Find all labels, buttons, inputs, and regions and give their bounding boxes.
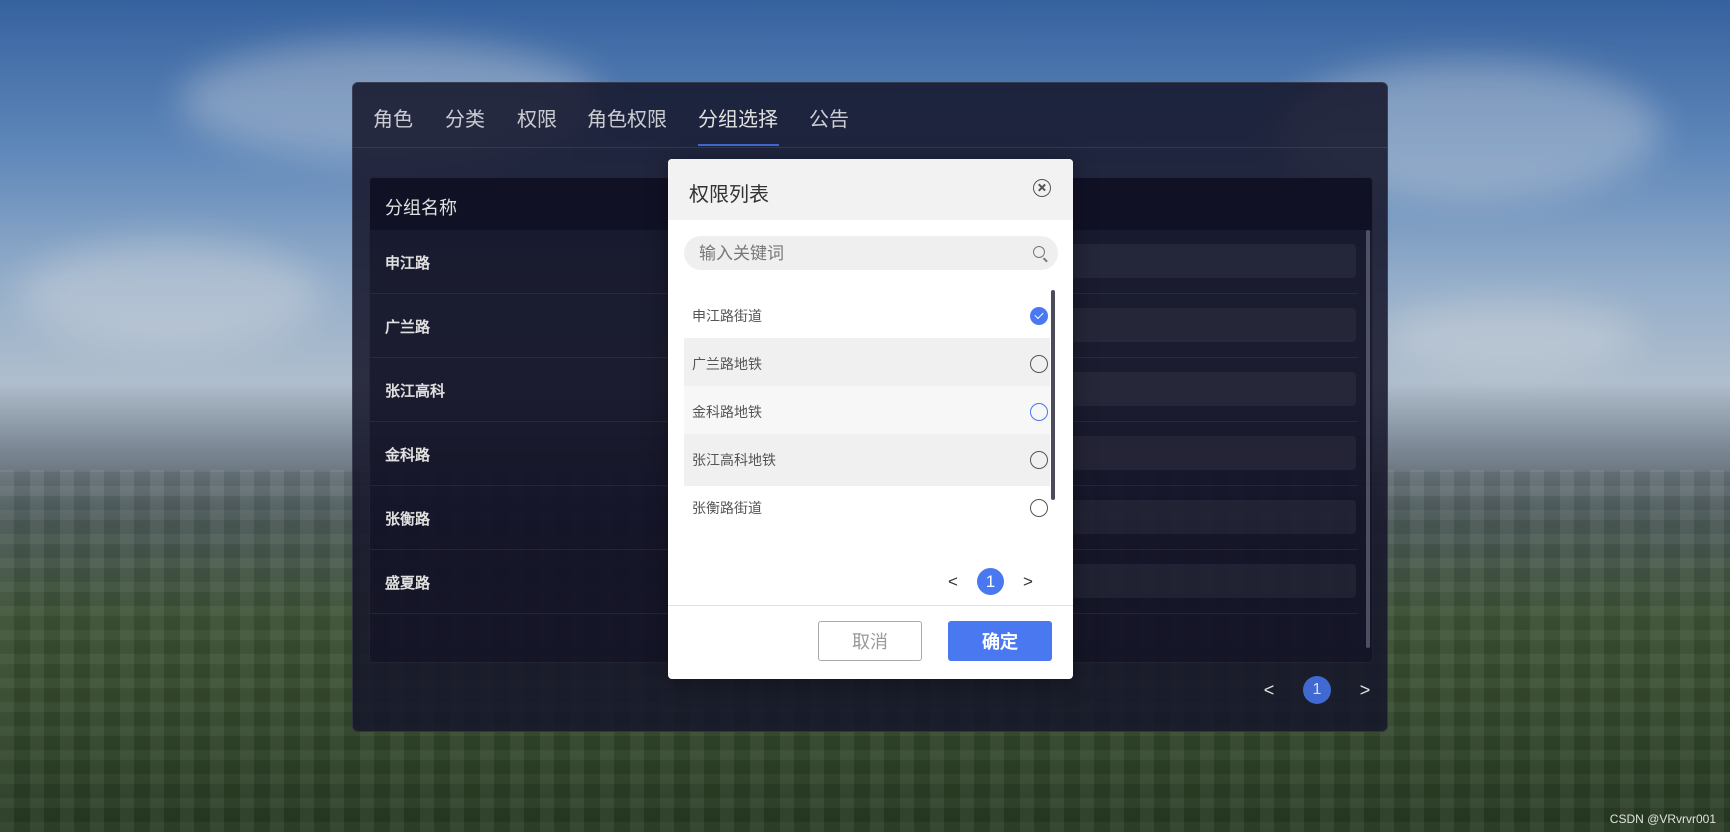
permission-list-dialog: 权限列表 申江路街道 广兰路地铁 金科路地铁 张江高科地铁 张衡路街道 < xyxy=(668,159,1073,679)
radio-icon[interactable] xyxy=(1030,451,1048,469)
radio-icon[interactable] xyxy=(1030,403,1048,421)
list-item[interactable]: 张江高科地铁 xyxy=(684,434,1050,486)
dialog-footer: 取消 确定 xyxy=(668,605,1073,679)
radio-icon[interactable] xyxy=(1030,499,1048,517)
search-input[interactable] xyxy=(697,236,1021,272)
page-number-button[interactable]: 1 xyxy=(977,568,1004,595)
list-item[interactable]: 张衡路街道 xyxy=(684,482,1050,534)
radio-icon[interactable] xyxy=(1030,355,1048,373)
dialog-pagination: < 1 > xyxy=(943,568,1038,595)
list-scrollbar[interactable] xyxy=(1051,290,1055,500)
prev-page-button[interactable]: < xyxy=(943,572,963,592)
option-list: 申江路街道 广兰路地铁 金科路地铁 张江高科地铁 张衡路街道 xyxy=(684,290,1050,550)
confirm-button[interactable]: 确定 xyxy=(948,621,1052,661)
option-label: 张衡路街道 xyxy=(692,500,762,516)
dialog-header: 权限列表 xyxy=(668,159,1073,220)
list-item[interactable]: 申江路街道 xyxy=(684,290,1050,342)
dialog-title: 权限列表 xyxy=(689,184,769,206)
option-label: 广兰路地铁 xyxy=(692,356,762,372)
close-icon[interactable] xyxy=(1033,179,1051,197)
option-label: 申江路街道 xyxy=(692,308,762,324)
next-page-button[interactable]: > xyxy=(1018,572,1038,592)
search-icon[interactable] xyxy=(1033,246,1045,258)
list-item[interactable]: 金科路地铁 xyxy=(684,386,1050,438)
list-item[interactable]: 广兰路地铁 xyxy=(684,338,1050,390)
checked-radio-icon[interactable] xyxy=(1030,307,1048,325)
option-label: 金科路地铁 xyxy=(692,404,762,420)
search-box xyxy=(684,236,1058,272)
option-label: 张江高科地铁 xyxy=(692,452,776,468)
watermark: CSDN @VRvrvr001 xyxy=(1609,812,1716,826)
cancel-button[interactable]: 取消 xyxy=(818,621,922,661)
